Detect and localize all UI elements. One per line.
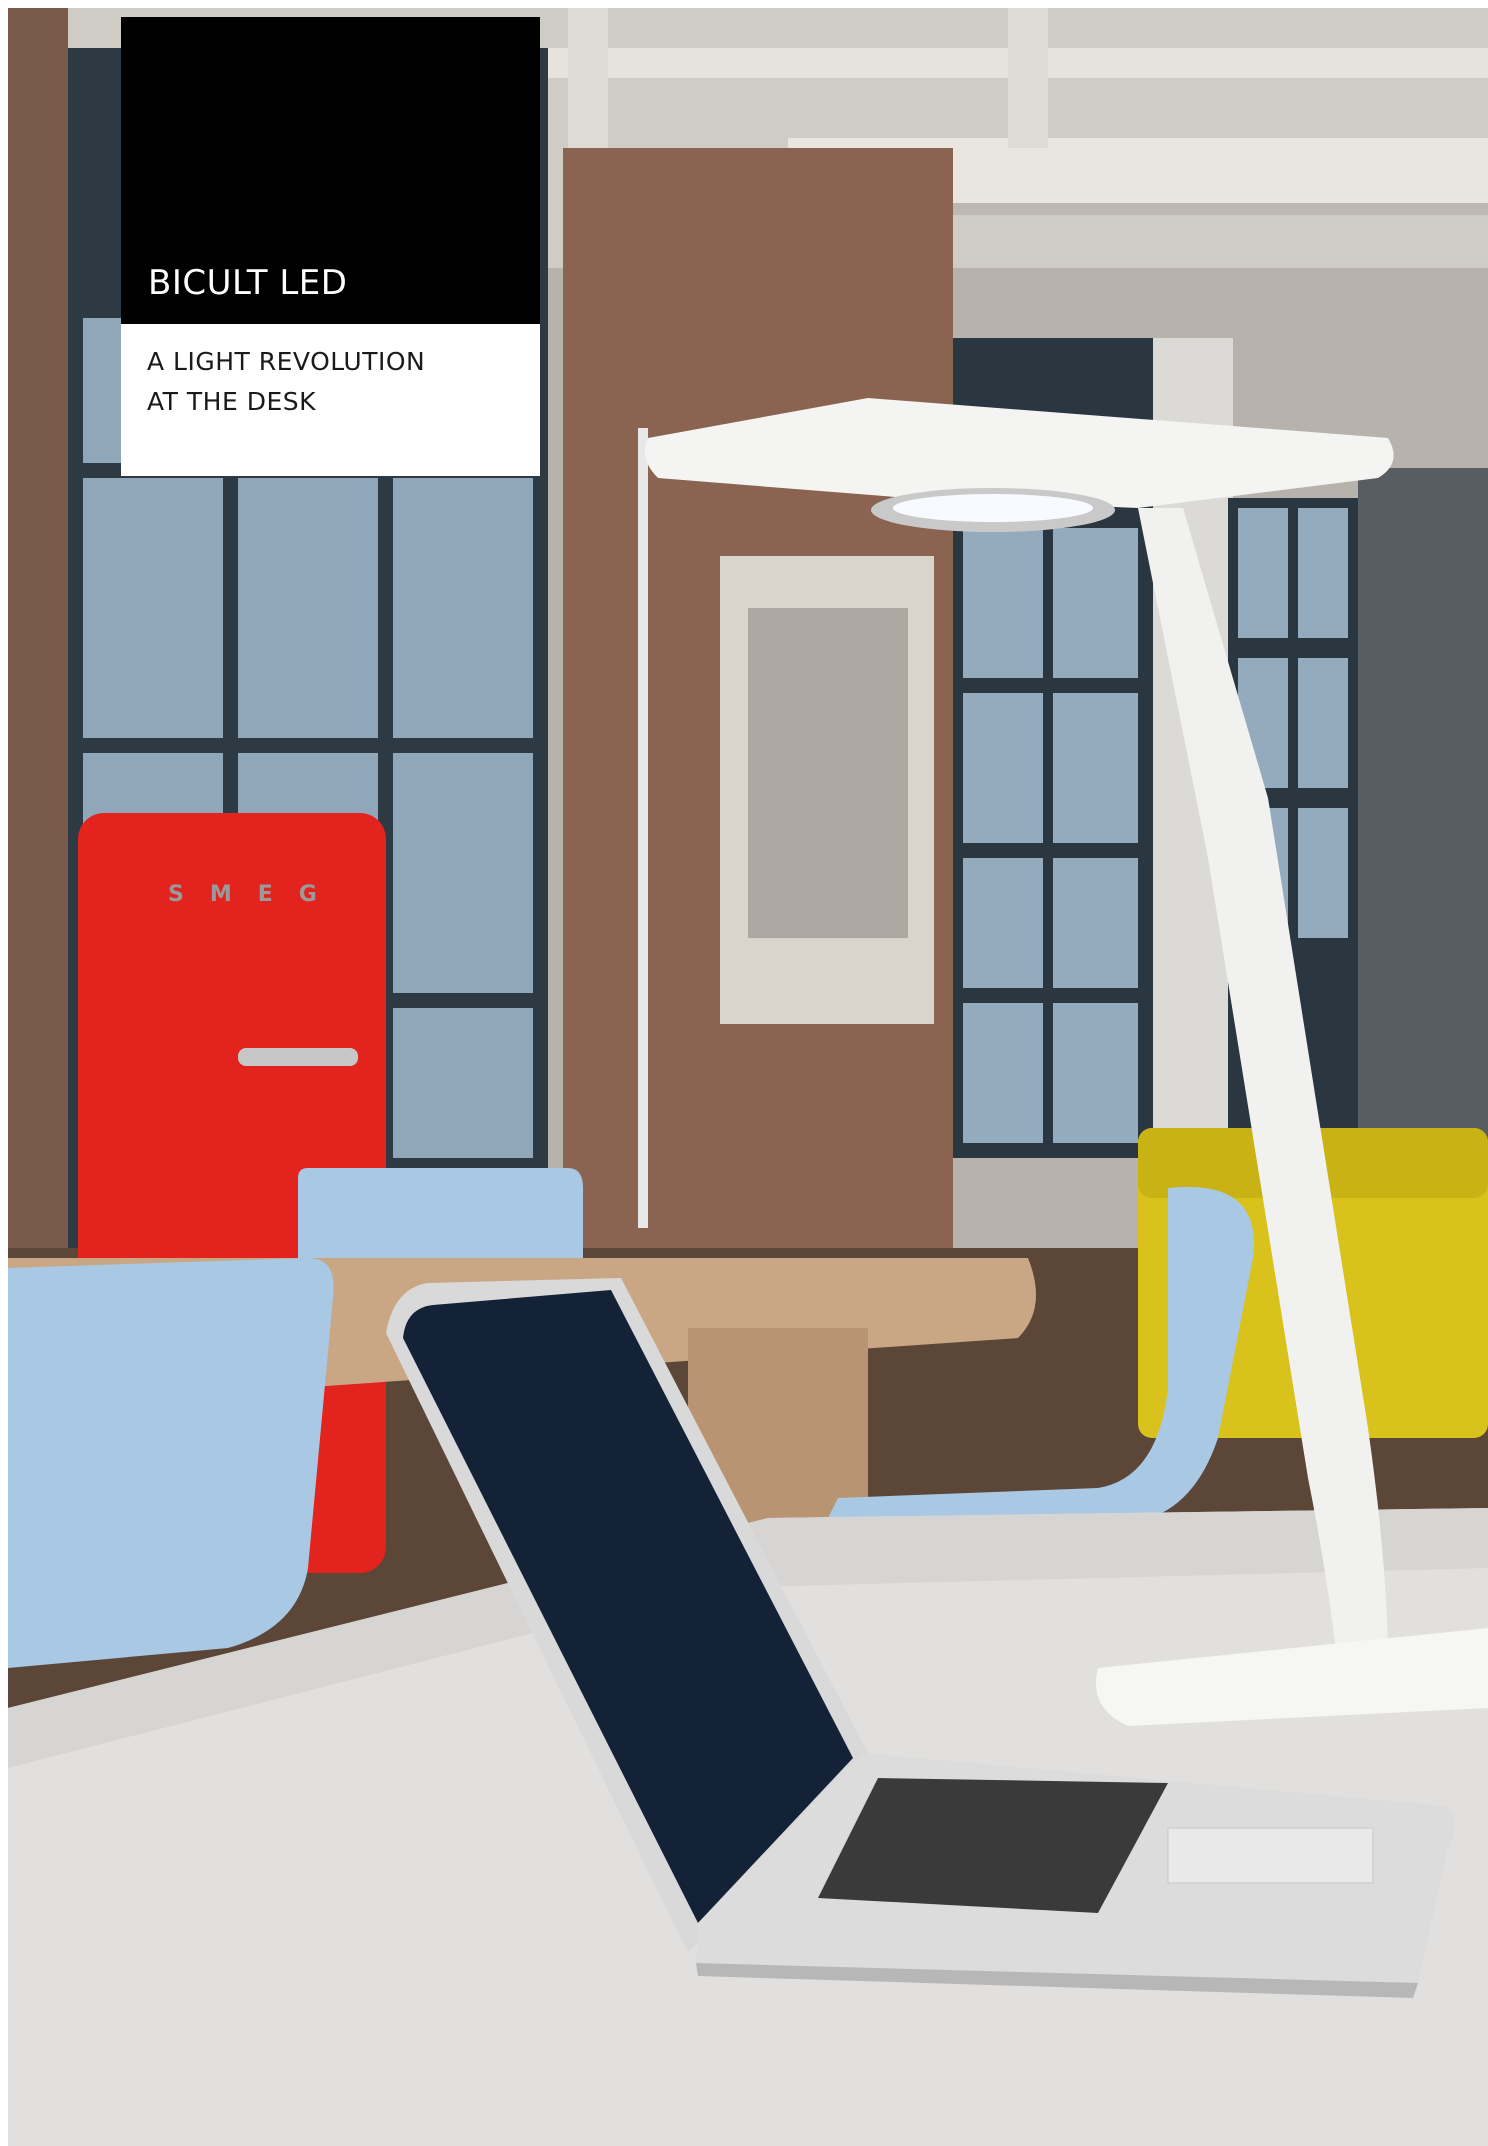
fridge-handle (238, 1048, 358, 1066)
laptop-trackpad (1167, 1827, 1374, 1884)
brochure-page: SMEG BICULT LED A LIGHT REVOLUTION AT TH… (0, 0, 1488, 2146)
tagline-line-2: AT THE DESK (147, 387, 317, 416)
product-tagline-box: A LIGHT REVOLUTION AT THE DESK (121, 324, 540, 476)
brick-wall-left (8, 8, 68, 1248)
fridge-logo: SMEG (168, 882, 343, 907)
office-photo: SMEG BICULT LED A LIGHT REVOLUTION AT TH… (8, 8, 1488, 2146)
product-title: BICULT LED (148, 263, 348, 303)
tagline-line-1: A LIGHT REVOLUTION (147, 347, 426, 376)
blue-chair-back (298, 1168, 583, 1258)
product-title-box: BICULT LED (121, 17, 540, 324)
blue-chair-front (8, 1258, 334, 1668)
